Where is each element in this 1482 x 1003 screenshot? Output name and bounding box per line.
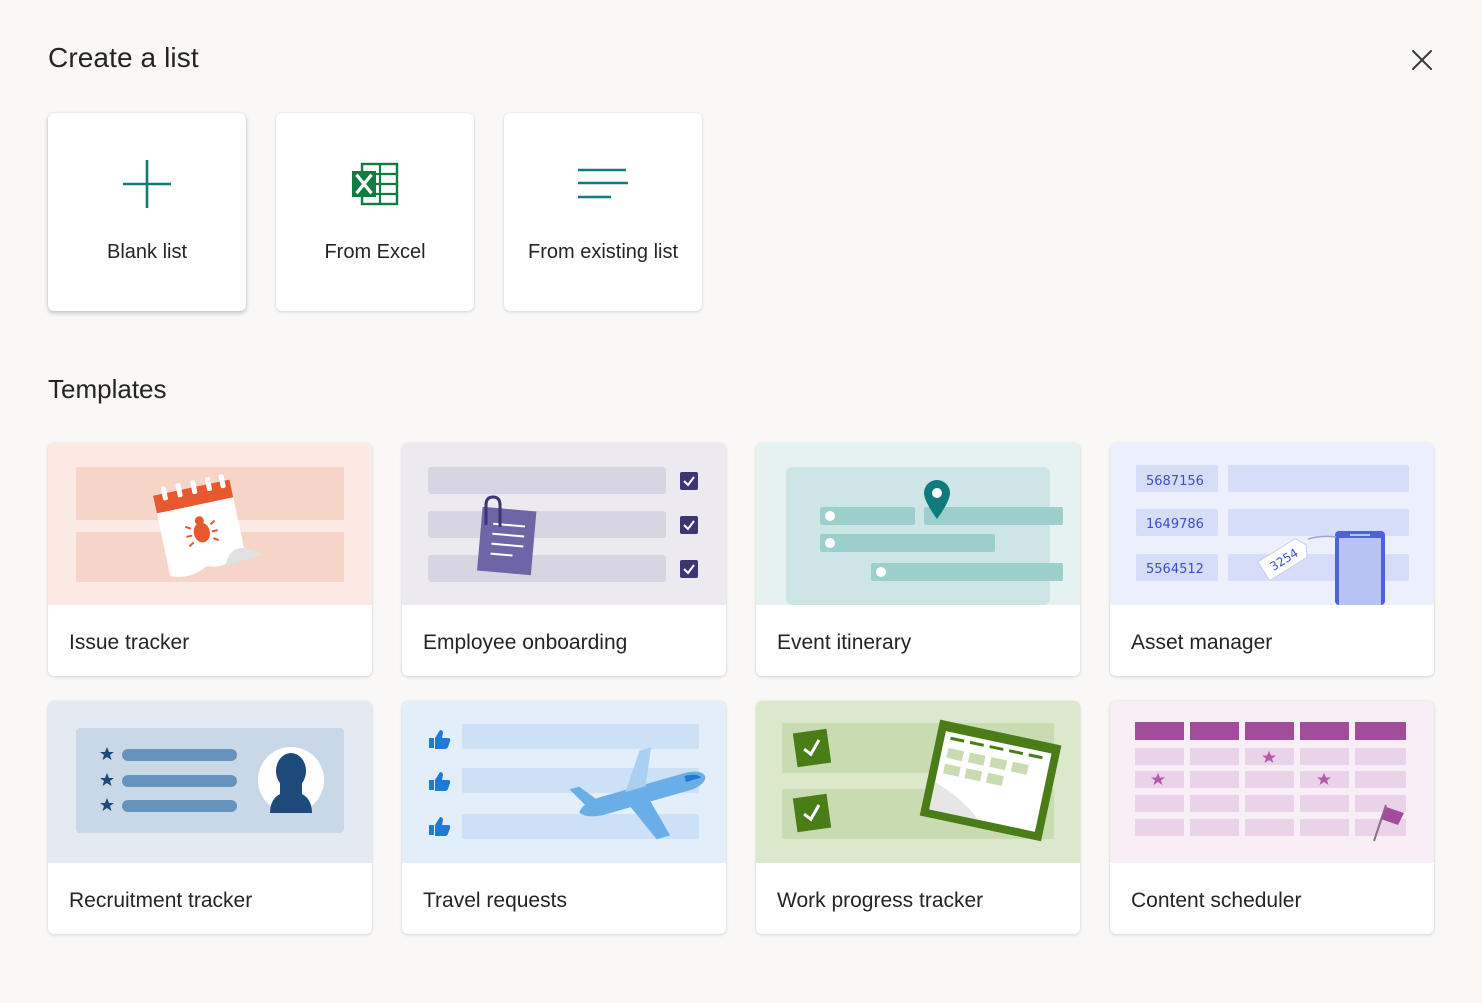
travel-requests-illustration: [402, 701, 726, 863]
from-excel-label: From Excel: [324, 241, 426, 263]
from-existing-list-label: From existing list: [527, 241, 679, 263]
issue-tracker-illustration: [48, 443, 372, 605]
template-label: Travel requests: [423, 889, 567, 912]
template-label: Employee onboarding: [423, 631, 628, 654]
template-label: Issue tracker: [69, 631, 190, 654]
list-lines-icon: [573, 157, 633, 211]
template-label: Work progress tracker: [777, 889, 984, 912]
template-event-itinerary[interactable]: Event itinerary: [756, 443, 1080, 676]
work-progress-tracker-illustration: [756, 701, 1080, 863]
template-employee-onboarding[interactable]: Employee onboarding: [402, 443, 726, 676]
event-itinerary-illustration: [756, 443, 1080, 605]
template-issue-tracker[interactable]: Issue tracker: [48, 443, 372, 676]
create-options: Blank list From Excel From existing list: [48, 113, 702, 311]
blank-list-label: Blank list: [106, 241, 188, 263]
content-scheduler-illustration: [1110, 701, 1434, 863]
templates-heading: Templates: [48, 374, 167, 404]
employee-onboarding-illustration: [402, 443, 726, 605]
template-travel-requests[interactable]: Travel requests: [402, 701, 726, 934]
template-asset-manager[interactable]: 5687156 1649786 5564512 3254 Asset manag…: [1110, 443, 1434, 676]
template-label: Recruitment tracker: [69, 889, 253, 912]
template-label: Content scheduler: [1131, 889, 1302, 912]
close-icon: [1412, 50, 1432, 70]
asset-id-2: 1649786: [1146, 517, 1204, 532]
asset-id-1: 5687156: [1146, 474, 1204, 489]
asset-id-3: 5564512: [1146, 562, 1204, 577]
templates-grid: Issue tracker Employee onboarding Event …: [48, 443, 1434, 934]
asset-manager-illustration: 5687156 1649786 5564512 3254: [1110, 443, 1434, 605]
from-existing-list-option[interactable]: From existing list: [504, 113, 702, 311]
recruitment-tracker-illustration: [48, 701, 372, 863]
blank-list-option[interactable]: Blank list: [48, 113, 246, 311]
dialog-title: Create a list: [48, 42, 199, 73]
template-label: Event itinerary: [777, 631, 912, 654]
template-work-progress-tracker[interactable]: Work progress tracker: [756, 701, 1080, 934]
close-button[interactable]: [1404, 42, 1440, 78]
plus-icon: [117, 157, 177, 211]
from-excel-option[interactable]: From Excel: [276, 113, 474, 311]
excel-icon: [345, 157, 405, 211]
template-content-scheduler[interactable]: Content scheduler: [1110, 701, 1434, 934]
template-recruitment-tracker[interactable]: Recruitment tracker: [48, 701, 372, 934]
template-label: Asset manager: [1131, 631, 1273, 654]
